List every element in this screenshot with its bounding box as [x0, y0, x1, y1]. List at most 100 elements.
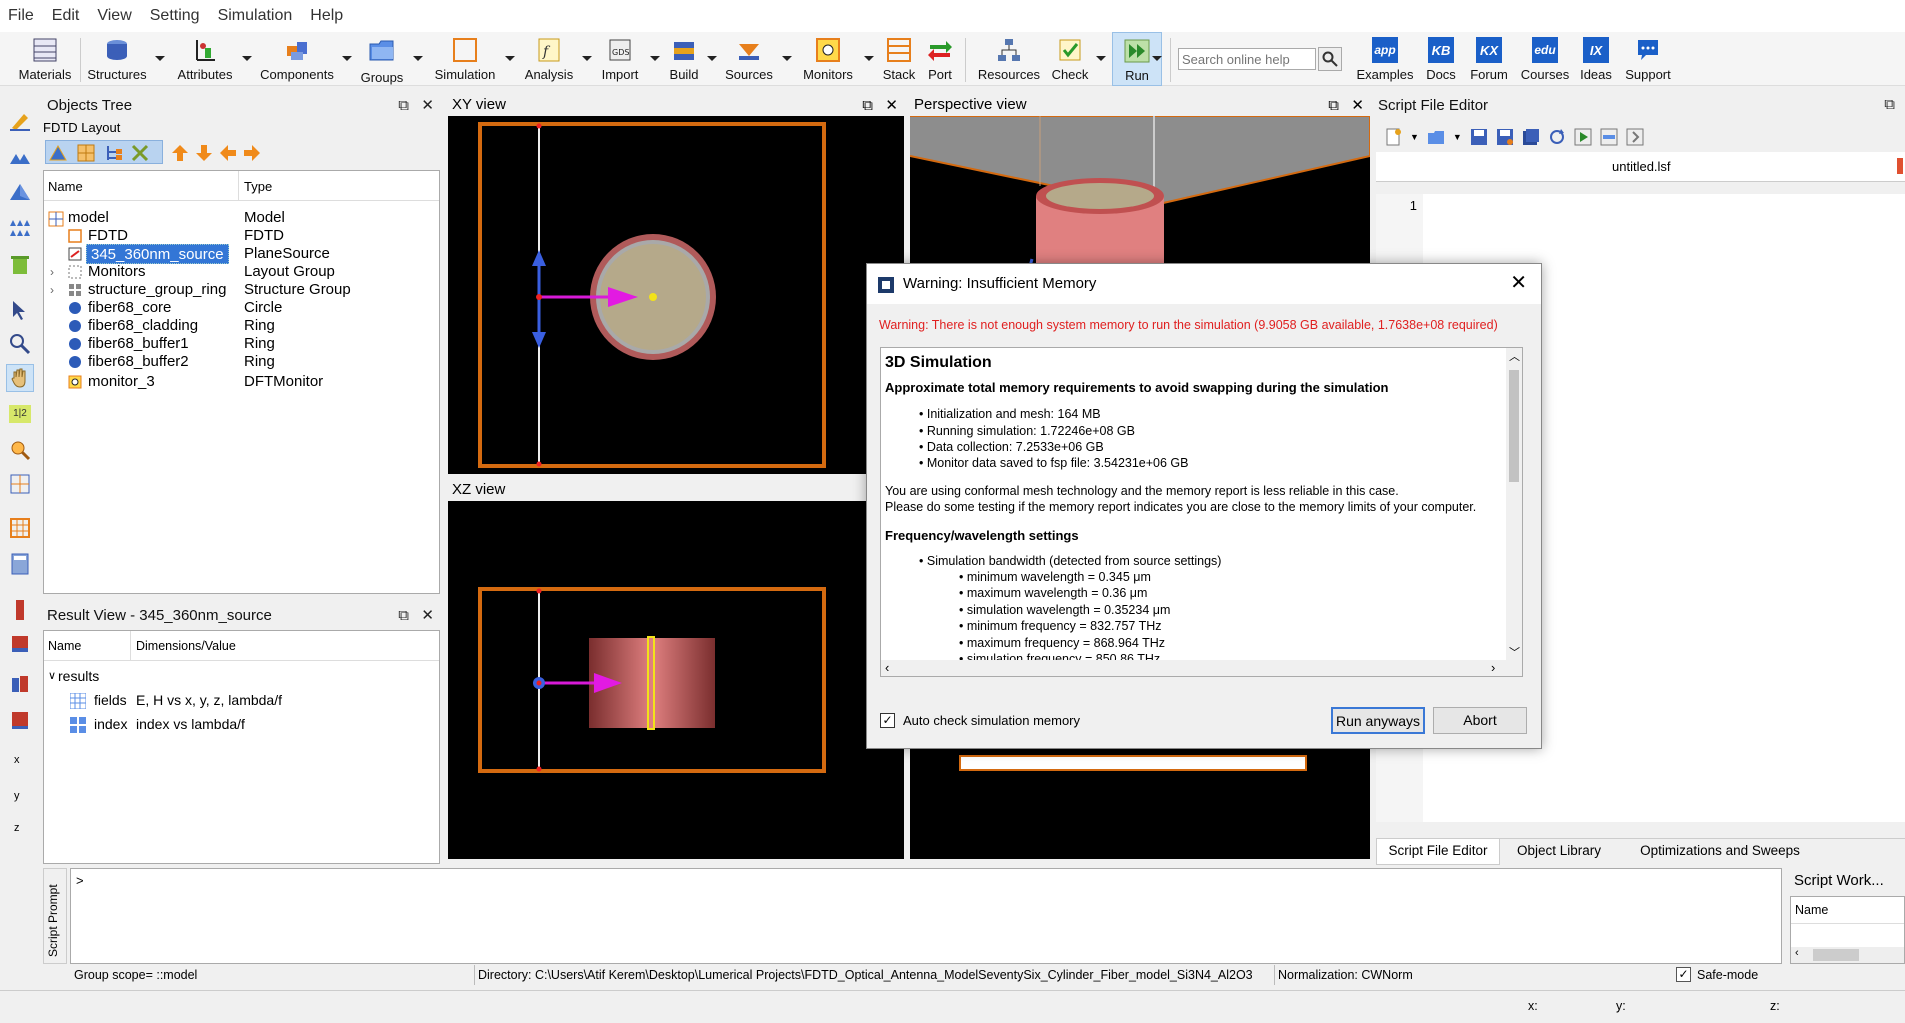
tab-optimizations-sweeps[interactable]: Optimizations and Sweeps — [1620, 839, 1820, 865]
run-dropdown-icon[interactable] — [1152, 56, 1162, 61]
build-dropdown-icon[interactable] — [707, 56, 717, 61]
close-icon[interactable]: ✕ — [885, 97, 898, 114]
split-view-icon[interactable] — [1600, 128, 1618, 146]
pan-tool-button[interactable] — [6, 364, 34, 392]
menu-setting[interactable]: Setting — [150, 7, 200, 25]
move-up-button[interactable] — [171, 144, 189, 165]
materials-button[interactable]: Materials — [14, 32, 76, 86]
new-file-icon[interactable] — [1384, 128, 1402, 146]
auto-check-checkbox[interactable]: ✓ — [880, 713, 895, 728]
forum-button[interactable]: KX Forum — [1466, 32, 1512, 86]
x-slice-button[interactable] — [6, 630, 34, 658]
float-icon[interactable]: ⧉ — [398, 607, 409, 624]
result-item-index[interactable]: index index vs lambda/f — [44, 713, 439, 735]
save-icon[interactable] — [1470, 128, 1488, 146]
support-button[interactable]: Support — [1620, 32, 1676, 86]
tree-group-button[interactable] — [77, 144, 95, 165]
monitors-dropdown-icon[interactable] — [864, 56, 874, 61]
abort-button[interactable]: Abort — [1433, 707, 1527, 734]
import-button[interactable]: GDS Import — [596, 32, 644, 86]
close-icon[interactable]: ✕ — [421, 97, 434, 114]
file-tab-untitled[interactable]: untitled.lsf — [1612, 159, 1671, 174]
grid-button[interactable] — [6, 470, 34, 498]
new-file-dropdown-icon[interactable]: ▼ — [1410, 132, 1419, 142]
run-anyways-button[interactable]: Run anyways — [1331, 707, 1425, 734]
view-3d-button[interactable] — [6, 178, 34, 206]
scroll-right-icon[interactable]: › — [1491, 660, 1495, 675]
check-button[interactable]: Check — [1048, 32, 1092, 86]
tab-object-library[interactable]: Object Library — [1504, 839, 1614, 865]
menu-view[interactable]: View — [97, 7, 131, 25]
view-perspective-button[interactable] — [6, 142, 34, 170]
tree-row-buffer2[interactable]: fiber68_buffer2 Ring — [44, 351, 439, 373]
float-icon[interactable]: ⧉ — [862, 97, 873, 114]
script-prompt-sidetab[interactable]: Script Prompt — [43, 868, 67, 964]
groups-dropdown-icon[interactable] — [413, 56, 423, 61]
check-dropdown-icon[interactable] — [1096, 56, 1106, 61]
groups-button[interactable]: Groups — [356, 32, 408, 86]
simulation-dropdown-icon[interactable] — [505, 56, 515, 61]
move-right-button[interactable] — [243, 144, 261, 165]
xz-view-canvas[interactable] — [448, 501, 904, 859]
edit-tool-button[interactable] — [6, 106, 34, 134]
scroll-left-icon[interactable]: ‹ — [885, 660, 889, 675]
calculator-button[interactable] — [6, 550, 34, 578]
analysis-button[interactable]: f Analysis — [520, 32, 578, 86]
analysis-dropdown-icon[interactable] — [582, 56, 592, 61]
components-button[interactable]: Components — [258, 32, 336, 86]
move-left-button[interactable] — [219, 144, 237, 165]
run-script-icon[interactable] — [1574, 128, 1592, 146]
col-type-header[interactable]: Type — [244, 179, 272, 194]
attributes-dropdown-icon[interactable] — [242, 56, 252, 61]
result-group-results[interactable]: ∨ results — [44, 665, 439, 687]
docs-button[interactable]: KB Docs — [1422, 32, 1460, 86]
sources-button[interactable]: Sources — [720, 32, 778, 86]
xy-view-canvas[interactable] — [448, 116, 904, 474]
menu-file[interactable]: File — [8, 7, 34, 25]
zoom-tool-button[interactable] — [6, 330, 34, 358]
menu-help[interactable]: Help — [310, 7, 343, 25]
save-all-icon[interactable] — [1522, 128, 1540, 146]
open-folder-icon[interactable] — [1427, 128, 1445, 146]
workspace-scrollbar[interactable]: ‹ — [1791, 947, 1904, 963]
z-slice-button[interactable] — [6, 706, 34, 734]
float-icon[interactable]: ⧉ — [1884, 96, 1895, 113]
tree-expand-button[interactable] — [131, 144, 149, 165]
components-dropdown-icon[interactable] — [342, 56, 352, 61]
search-help-input[interactable] — [1178, 48, 1316, 70]
tree-hierarchy-button[interactable] — [105, 144, 123, 165]
delete-button[interactable] — [6, 250, 34, 278]
scale-button[interactable]: 1|2 — [6, 400, 34, 428]
scroll-thumb[interactable] — [1509, 370, 1519, 482]
scroll-down-icon[interactable]: ﹀ — [1509, 644, 1520, 660]
tree-view-button[interactable] — [49, 144, 67, 165]
array-button[interactable] — [6, 214, 34, 242]
report-hscrollbar[interactable]: ‹ › — [881, 660, 1522, 676]
float-icon[interactable]: ⧉ — [1328, 97, 1339, 114]
stack-button[interactable]: Stack — [878, 32, 920, 86]
courses-button[interactable]: edu Courses — [1518, 32, 1572, 86]
col-name-header[interactable]: Name — [48, 179, 83, 194]
attributes-button[interactable]: Attributes — [172, 32, 238, 86]
close-icon[interactable]: ✕ — [421, 607, 434, 624]
refresh-icon[interactable] — [1548, 128, 1566, 146]
save-as-icon[interactable] — [1496, 128, 1514, 146]
slice-button[interactable] — [6, 596, 34, 624]
menu-edit[interactable]: Edit — [52, 7, 80, 25]
port-button[interactable]: Port — [922, 32, 958, 86]
script-prompt-console[interactable]: > — [70, 868, 1782, 964]
close-icon[interactable]: ✕ — [1351, 97, 1364, 114]
mesh-button[interactable] — [6, 514, 34, 542]
dialog-close-icon[interactable]: ✕ — [1510, 270, 1527, 295]
float-icon[interactable]: ⧉ — [398, 97, 409, 114]
report-vscrollbar[interactable]: ︿ ﹀ — [1506, 348, 1522, 660]
workspace-col-name[interactable]: Name — [1795, 903, 1828, 917]
move-down-button[interactable] — [195, 144, 213, 165]
sources-dropdown-icon[interactable] — [782, 56, 792, 61]
examples-button[interactable]: app Examples — [1354, 32, 1416, 86]
col-value-header[interactable]: Dimensions/Value — [136, 639, 236, 653]
structures-button[interactable]: Structures — [84, 32, 150, 86]
col-name-header[interactable]: Name — [48, 639, 81, 653]
step-icon[interactable] — [1626, 128, 1644, 146]
open-dropdown-icon[interactable]: ▼ — [1453, 132, 1462, 142]
